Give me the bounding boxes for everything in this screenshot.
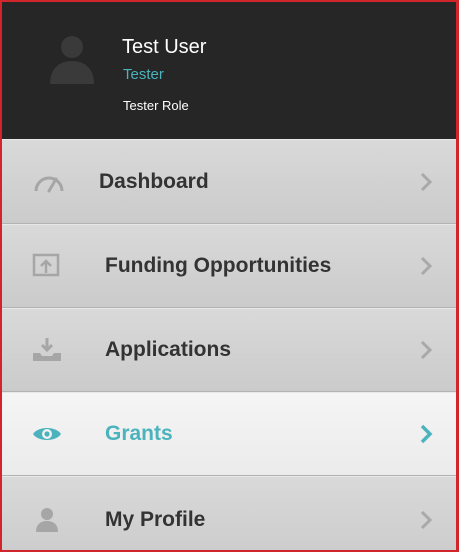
sidebar-panel: Test User Tester Tester Role Dashboard F… [0,0,459,552]
user-silhouette-icon [50,36,94,84]
chevron-right-icon [420,424,433,444]
user-role: Tester Role [123,98,189,113]
user-profile-header: Test User Tester Tester Role [2,2,456,139]
main-nav: Dashboard Funding Opportunities Applicat… [2,139,456,550]
user-title: Tester [123,66,164,83]
nav-item-funding-opportunities[interactable]: Funding Opportunities [2,224,456,308]
chevron-right-icon [420,172,433,191]
nav-label-applications: Applications [105,338,232,361]
speedometer-icon [34,176,64,192]
nav-label-grants: Grants [105,422,173,445]
nav-label-my-profile: My Profile [105,507,206,531]
user-name: Test User [122,36,207,58]
monitor-upload-icon [32,253,60,277]
nav-item-applications[interactable]: Applications [2,308,456,392]
user-icon [36,507,58,532]
nav-item-my-profile[interactable]: My Profile [2,476,456,550]
eye-icon [33,428,61,440]
nav-item-grants[interactable]: Grants [2,392,456,476]
nav-label-dashboard: Dashboard [99,169,209,193]
nav-label-funding-opportunities: Funding Opportunities [105,254,332,277]
tray-download-icon [33,338,61,361]
chevron-right-icon [420,510,433,529]
chevron-right-icon [420,340,433,360]
nav-item-dashboard[interactable]: Dashboard [2,139,456,224]
chevron-right-icon [420,256,433,276]
